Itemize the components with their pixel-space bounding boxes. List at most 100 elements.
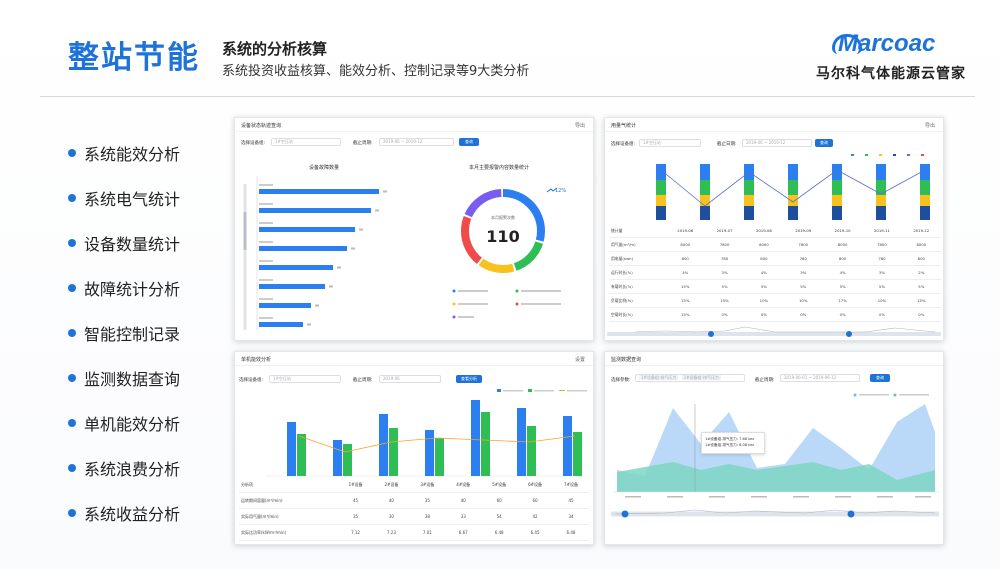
table-cell: 3% [783, 265, 823, 280]
table-cell: 7.23 [373, 524, 410, 541]
table-cell: 35 [409, 492, 446, 509]
bullet-icon [68, 418, 76, 427]
table-cell: 38 [409, 508, 446, 525]
stack-segment [700, 180, 710, 195]
tooltip-line: 1#设备组-排气压力: 6.08 bar [705, 443, 755, 447]
table-cell: 10% [744, 293, 784, 308]
card1-graphics [243, 176, 561, 330]
legend-swatch [879, 154, 882, 156]
slide-page: 整站节能 系统的分析核算 系统投资收益核算、能效分析、控制记录等9大类分析 Ma… [0, 0, 1000, 569]
stack-segment [832, 180, 842, 195]
table-cell: 3% [862, 265, 902, 280]
bar-label-placeholder [259, 184, 273, 186]
stack-segment [876, 164, 886, 180]
range-handle-start[interactable] [621, 510, 629, 518]
table-cell: 60 [481, 492, 518, 509]
table-cell: 5% [862, 279, 902, 294]
bar-label-placeholder [259, 222, 273, 224]
bar-value-placeholder [375, 209, 379, 212]
page-description: 系统投资收益核算、能效分析、控制记录等9大类分析 [222, 64, 530, 79]
fault-bar [259, 322, 303, 327]
capacity-bar [425, 430, 434, 476]
alarm-legend [452, 289, 561, 319]
stack-segment [700, 195, 710, 206]
table-cell: 运转期间容量(m³/min) [239, 492, 338, 509]
range-handle-start[interactable] [708, 331, 714, 337]
table-cell: 4% [822, 265, 863, 280]
table-cell: 60 [517, 492, 553, 509]
table-cell: 800 [901, 251, 941, 266]
stack-segment [744, 195, 754, 206]
bar-value-placeholder [383, 190, 387, 193]
feature-item: 系统能效分析 [68, 130, 218, 175]
feature-label: 系统收益分析 [84, 504, 181, 524]
table-row: 空载时长(%) 15% 0% 0% 0% 0% 0% 0% [609, 307, 941, 322]
bar-label-placeholder [259, 317, 273, 319]
bullet-icon [68, 283, 76, 292]
table-cell: 用气量(m³/m) [609, 237, 666, 252]
table-cell: 7.12 [337, 524, 374, 541]
table-cell: 15% [665, 279, 705, 294]
table-row: 负载比例(%) 15% 15% 10% 10% 17% 10% 15% [609, 293, 941, 308]
table-cell: 17% [822, 293, 863, 308]
table-cell: 800 [822, 251, 863, 266]
table-header-cell: 2019-09 [783, 224, 823, 238]
table-header-cell: 6#设备 [517, 478, 553, 493]
range-handle-end[interactable] [847, 510, 855, 518]
table-cell: 7800 [862, 237, 902, 252]
legend-swatch [851, 154, 854, 156]
table-header-cell: 2019-07 [704, 224, 745, 238]
table-header-cell: 2019-06 [665, 224, 705, 238]
table-cell: 15% [901, 293, 941, 308]
table-cell: 5% [744, 279, 784, 294]
table-cell: 780 [783, 251, 823, 266]
bar-label-placeholder [259, 203, 273, 205]
table-header-cell: 2019-12 [901, 224, 941, 238]
gas-usage-card: 用量气统计 导出 选择设备组: 1#空压站 截止日期: 2019-06 ~ 20… [604, 117, 944, 341]
legend-swatch [893, 154, 896, 156]
table-header-cell: 2019-10 [822, 224, 863, 238]
table-cell: 5% [822, 279, 863, 294]
bullet-icon [68, 508, 76, 517]
feature-item: 故障统计分析 [68, 265, 218, 310]
table-cell: 6.45 [517, 524, 553, 541]
table-cell: 42 [517, 508, 553, 525]
fault-bar [259, 246, 347, 251]
feature-label: 系统浪费分析 [84, 459, 181, 479]
table-header-row: 统计量 2019-06 2019-07 2019-08 2019-09 2019-10 20… [609, 224, 941, 238]
table-header-cell: 统计量 [609, 224, 666, 238]
bar-value-placeholder [337, 266, 341, 269]
table-cell: 780 [704, 251, 745, 266]
legend-swatch [865, 154, 868, 156]
table-cell: 54 [481, 508, 518, 525]
table-cell: 7.01 [409, 524, 446, 541]
table-cell: 40 [373, 492, 410, 509]
range-handle-end[interactable] [846, 331, 852, 337]
unit-chart-legend [497, 389, 587, 392]
stack-segment [656, 164, 666, 180]
table-cell: 8000 [822, 237, 863, 252]
fault-bar [259, 303, 311, 308]
feature-item: 单机能效分析 [68, 400, 218, 445]
table-cell: 780 [862, 251, 902, 266]
stack-segment [788, 206, 798, 220]
capacity-bar [563, 416, 572, 476]
table-header-cell: 2#设备 [373, 478, 410, 493]
table-cell: 5% [704, 279, 745, 294]
table-cell: 0% [862, 307, 902, 322]
feature-label: 监测数据查询 [84, 369, 181, 389]
stack-segment [876, 206, 886, 220]
table-header-cell: 1#设备 [337, 478, 374, 493]
page-title: 整站节能 [68, 40, 200, 76]
table-cell: 10% [862, 293, 902, 308]
table-row: 运转期间容量(m³/min) 45 40 35 40 60 60 45 [239, 492, 589, 509]
device-status-card: 设备状态轨迹查询 导出 选择设备组: 1#空压站 截止周期: 2019-06 ~… [234, 117, 594, 341]
trend-percent: 12% [555, 188, 567, 194]
bar-label-placeholder [259, 241, 273, 243]
table-row: 用气量(m³/m) 8000 7800 8000 7800 8000 7800 8000 [609, 237, 941, 252]
feature-item: 系统电气统计 [68, 175, 218, 220]
table-cell: 30 [373, 508, 410, 525]
stack-segment [788, 180, 798, 195]
stack-segment [744, 180, 754, 195]
feature-label: 设备数量统计 [84, 234, 181, 254]
